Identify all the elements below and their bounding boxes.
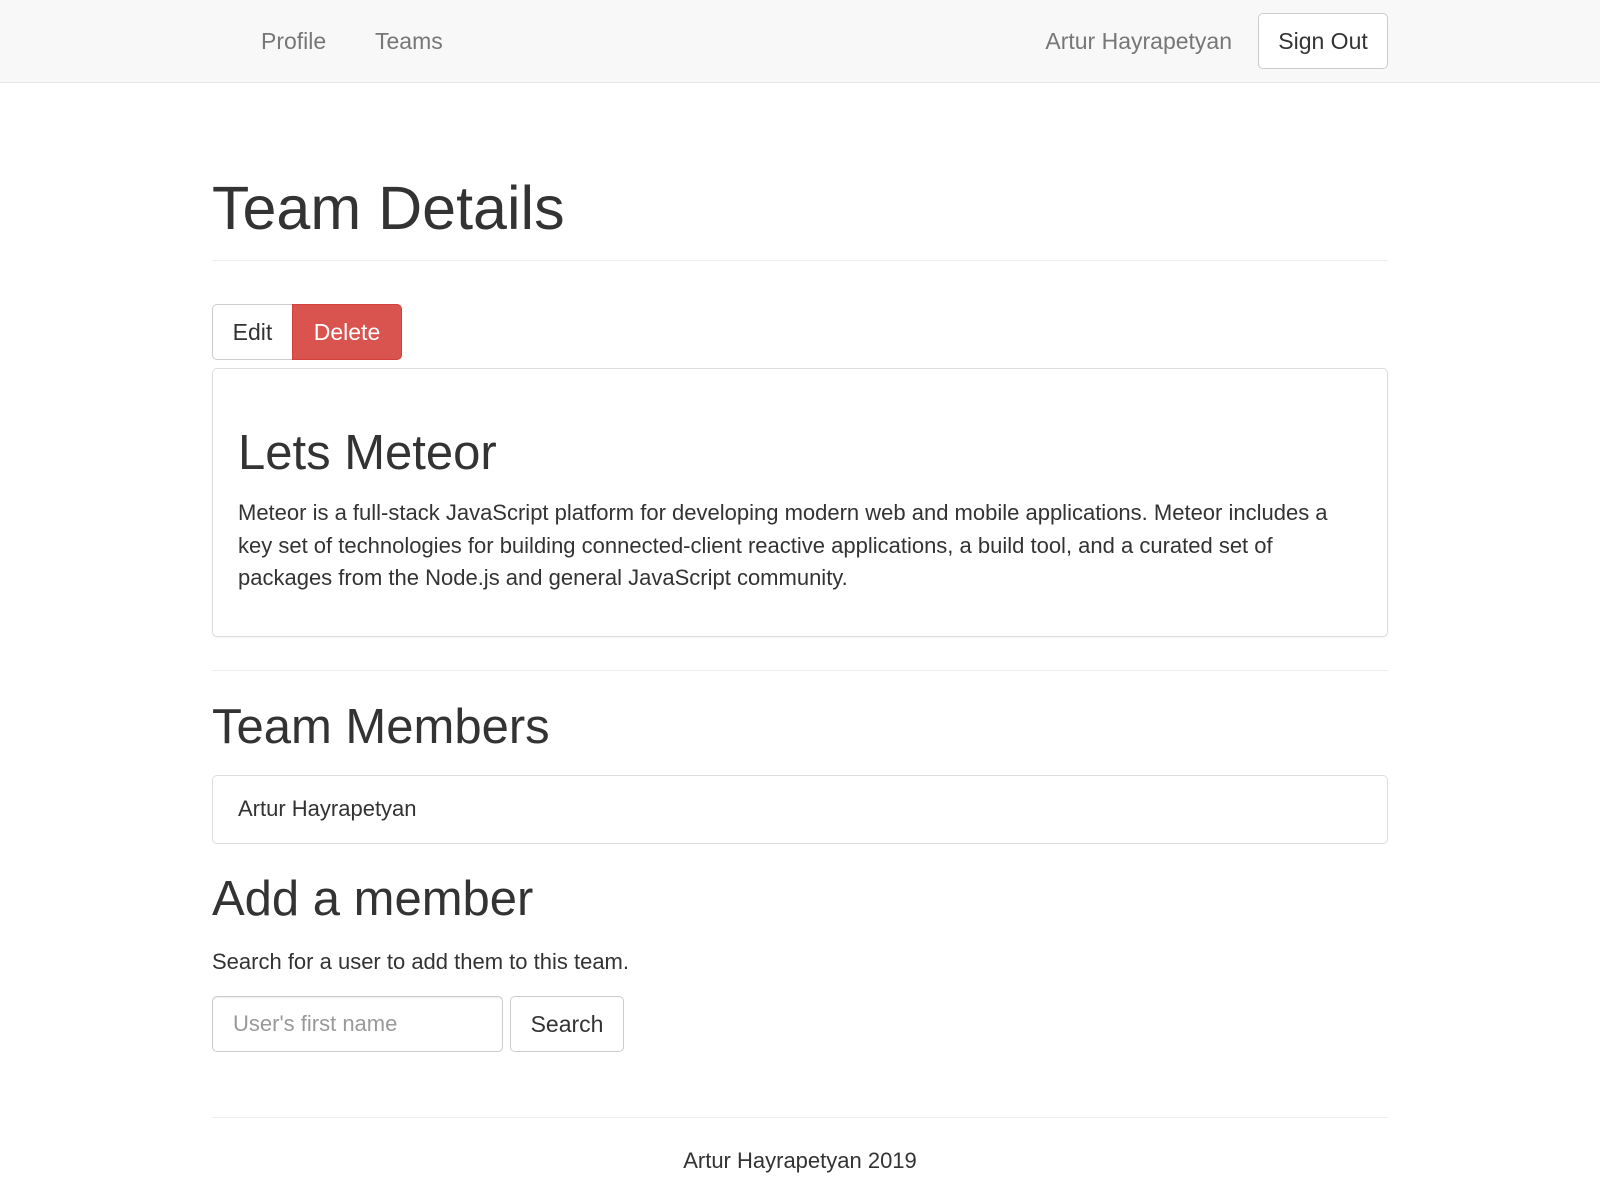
section-divider	[212, 670, 1388, 671]
team-members-list: Artur Hayrapetyan	[212, 775, 1388, 844]
top-navbar: Profile Teams Artur Hayrapetyan Sign Out	[0, 0, 1600, 83]
add-member-heading: Add a member	[212, 872, 534, 926]
current-user-name: Artur Hayrapetyan	[1045, 28, 1232, 54]
delete-button[interactable]: Delete	[292, 304, 402, 360]
list-item: Artur Hayrapetyan	[238, 796, 417, 821]
nav-link-teams[interactable]: Teams	[375, 0, 443, 82]
team-name: Lets Meteor	[238, 426, 497, 480]
footer-divider	[212, 1117, 1388, 1118]
team-description: Meteor is a full-stack JavaScript platfo…	[238, 500, 1328, 590]
title-divider	[212, 260, 1388, 261]
page-title: Team Details	[212, 174, 565, 242]
search-button[interactable]: Search	[510, 996, 624, 1052]
sign-out-button[interactable]: Sign Out	[1258, 13, 1388, 69]
edit-button[interactable]: Edit	[212, 304, 292, 360]
team-info-card: Lets Meteor Meteor is a full-stack JavaS…	[212, 368, 1388, 637]
team-members-heading: Team Members	[212, 700, 550, 754]
footer-text: Artur Hayrapetyan 2019	[683, 1148, 917, 1173]
user-search-input[interactable]	[212, 996, 503, 1052]
add-member-help-text: Search for a user to add them to this te…	[212, 949, 629, 974]
nav-link-profile[interactable]: Profile	[261, 0, 326, 82]
